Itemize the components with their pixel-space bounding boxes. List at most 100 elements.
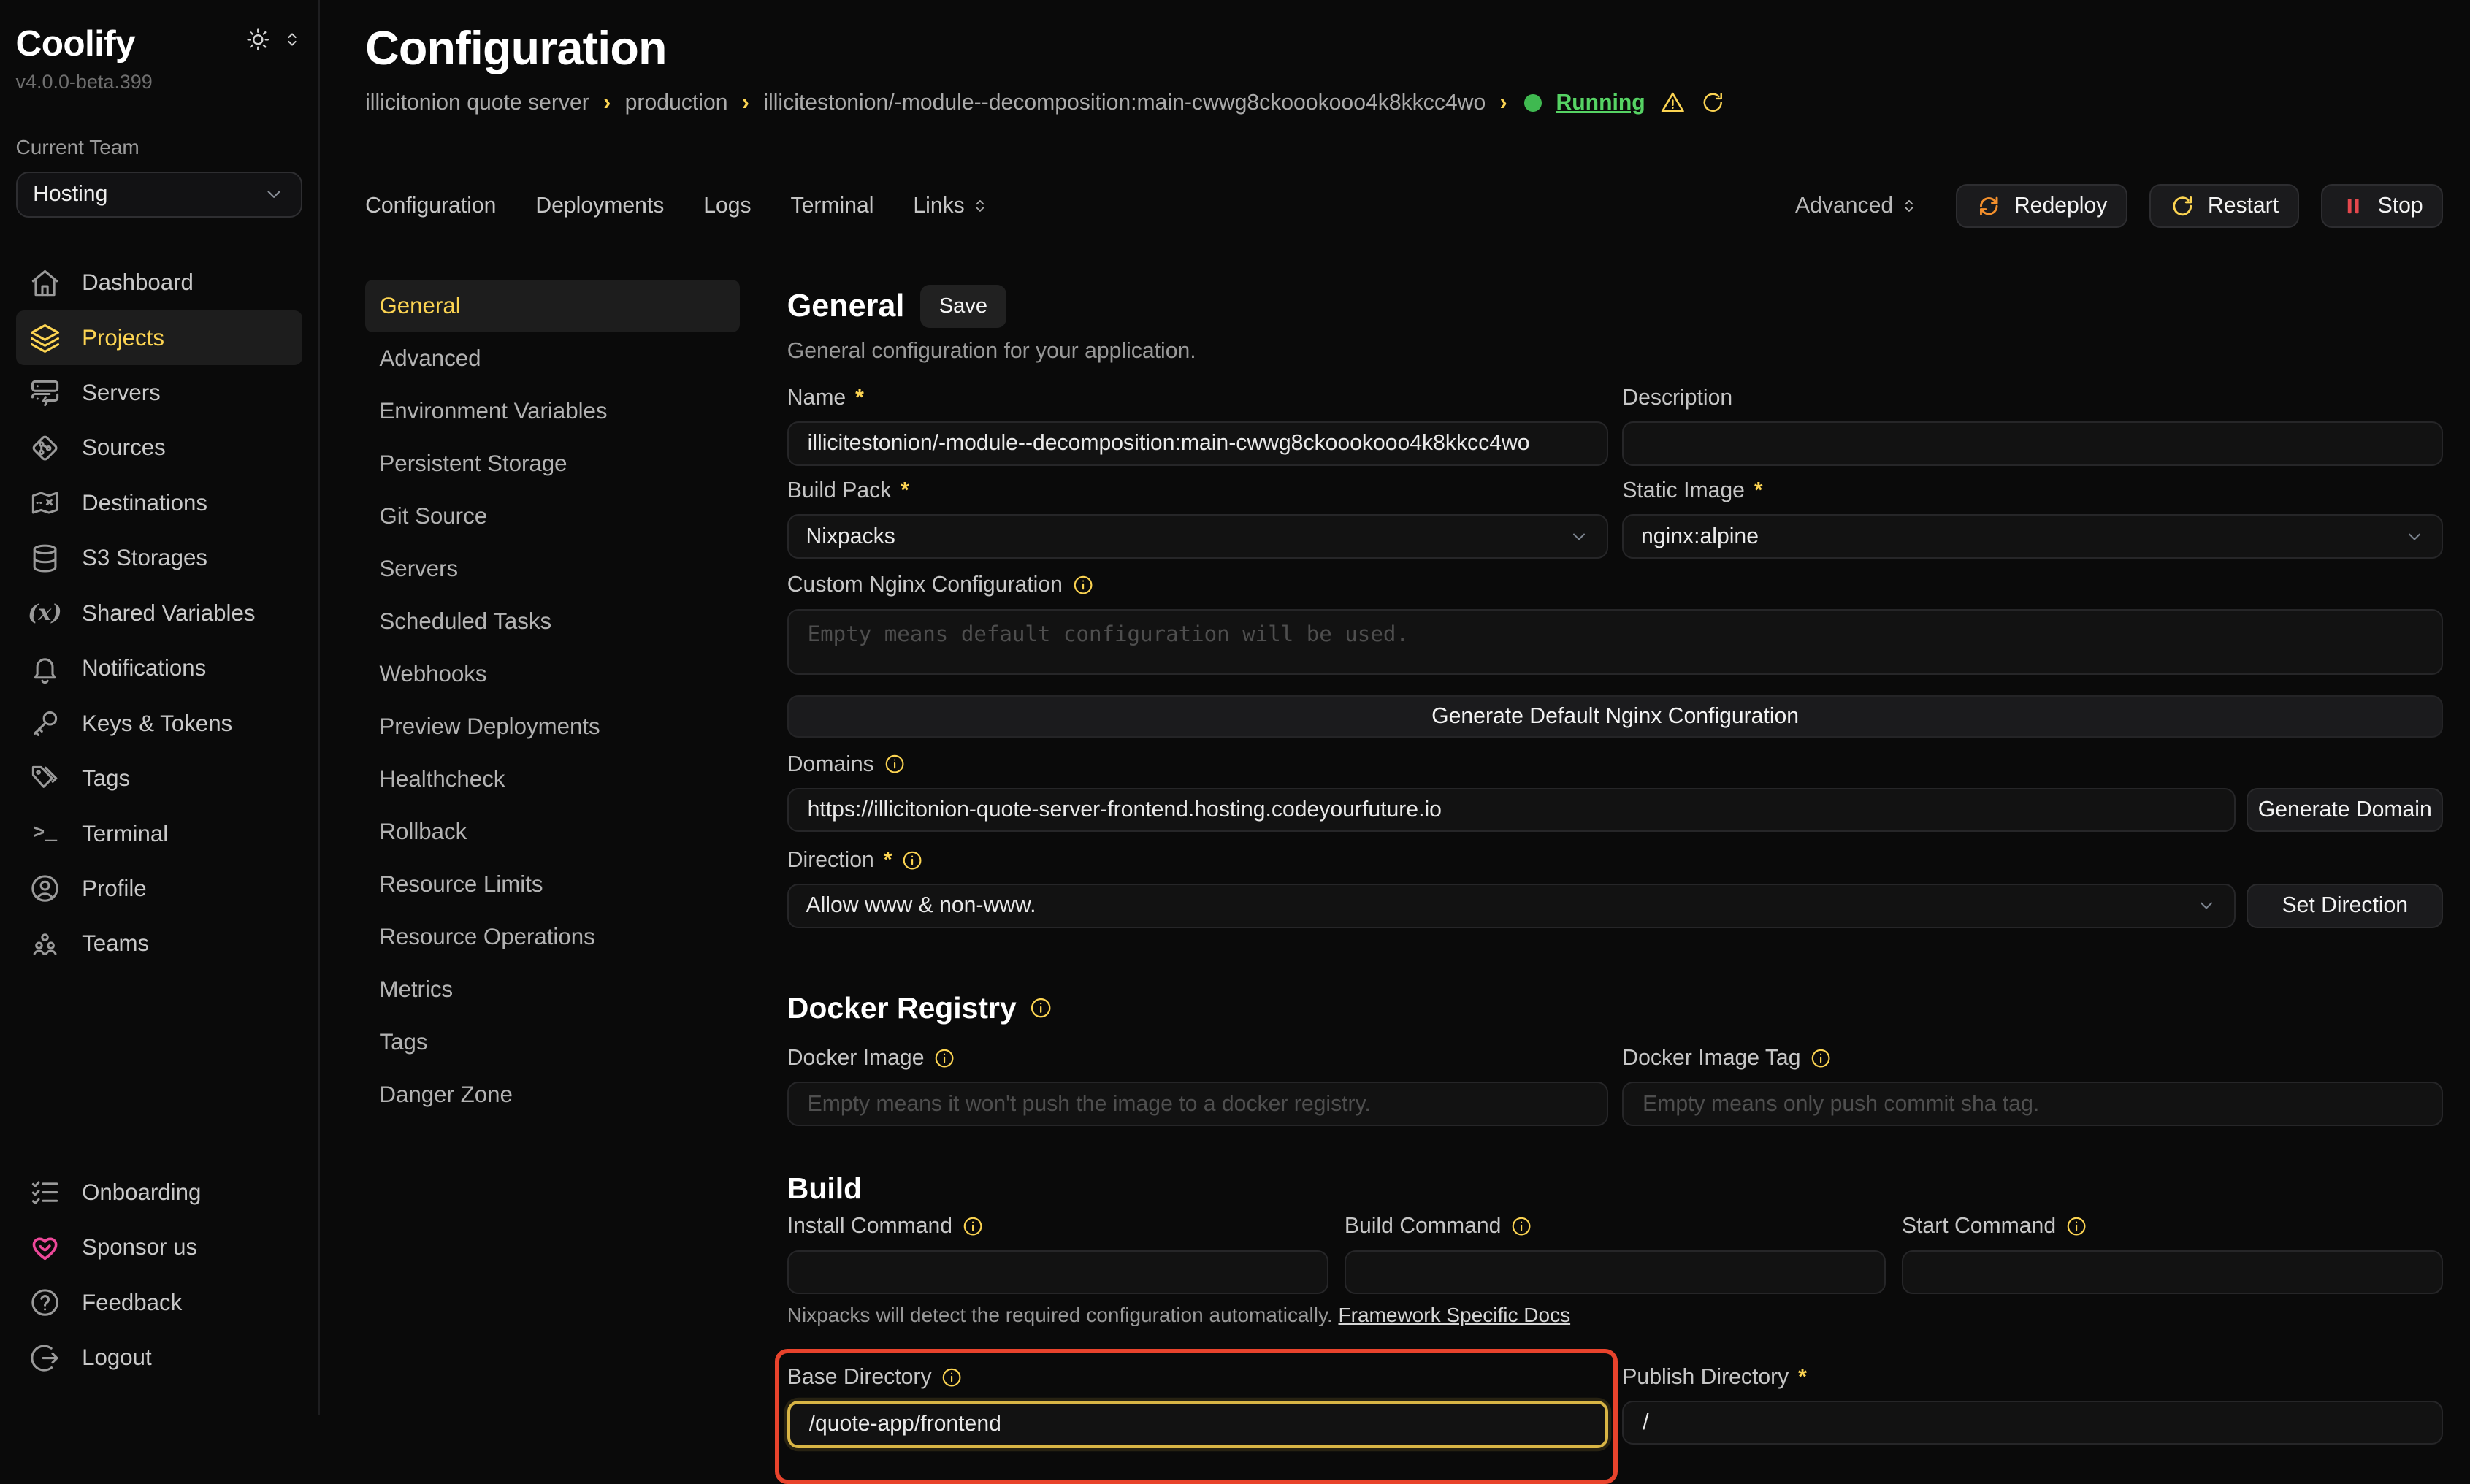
- subnav-item-servers[interactable]: Servers: [365, 543, 740, 595]
- static-image-select[interactable]: nginx:alpine: [1622, 514, 2443, 558]
- breadcrumb-environment[interactable]: production: [625, 91, 728, 115]
- info-icon[interactable]: [1810, 1047, 1832, 1069]
- name-label: Name*: [787, 387, 1608, 409]
- generate-domain-button[interactable]: Generate Domain: [2247, 788, 2443, 832]
- info-icon[interactable]: [941, 1366, 963, 1388]
- layers-icon: [28, 321, 61, 354]
- sidebar-item-sources[interactable]: Sources: [16, 421, 302, 475]
- info-icon[interactable]: [1029, 996, 1052, 1020]
- start-command-input[interactable]: [1902, 1250, 2444, 1294]
- sidebar-item-profile[interactable]: Profile: [16, 861, 302, 916]
- pause-icon: [2341, 194, 2365, 218]
- subnav-item-tags[interactable]: Tags: [365, 1016, 740, 1068]
- subnav-item-resource-limits[interactable]: Resource Limits: [365, 858, 740, 911]
- subnav-item-webhooks[interactable]: Webhooks: [365, 648, 740, 700]
- sidebar-item-notifications[interactable]: Notifications: [16, 641, 302, 696]
- status-running-link[interactable]: Running: [1556, 91, 1645, 115]
- framework-docs-link[interactable]: Framework Specific Docs: [1339, 1304, 1571, 1326]
- restart-button[interactable]: Restart: [2149, 184, 2299, 228]
- tab-logs[interactable]: Logs: [703, 194, 751, 218]
- sidebar-item-projects[interactable]: Projects: [16, 310, 302, 365]
- generate-nginx-button[interactable]: Generate Default Nginx Configuration: [787, 695, 2444, 738]
- sidebar-item-dashboard[interactable]: Dashboard: [16, 255, 302, 310]
- team-select[interactable]: Hosting: [16, 172, 302, 218]
- subnav-item-environment-variables[interactable]: Environment Variables: [365, 385, 740, 437]
- info-icon[interactable]: [1072, 574, 1094, 596]
- tab-terminal[interactable]: Terminal: [791, 194, 874, 218]
- name-input[interactable]: [787, 421, 1608, 465]
- subnav-item-danger-zone[interactable]: Danger Zone: [365, 1068, 740, 1121]
- subnav-item-healthcheck[interactable]: Healthcheck: [365, 753, 740, 806]
- domains-input[interactable]: [787, 788, 2236, 832]
- tab-configuration[interactable]: Configuration: [365, 194, 496, 218]
- install-command-input[interactable]: [787, 1250, 1329, 1294]
- breadcrumb-project[interactable]: illicitonion quote server: [365, 91, 589, 115]
- chevrons-up-down-icon: [1900, 196, 1919, 215]
- logout-icon: [28, 1342, 61, 1374]
- direction-select[interactable]: Allow www & non-www.: [787, 884, 2236, 928]
- sidebar: Coolify v4.0.0-beta.399 Current Team Hos…: [0, 0, 320, 1415]
- sidebar-item-terminal[interactable]: >_ Terminal: [16, 806, 302, 861]
- docker-image-input[interactable]: [787, 1082, 1608, 1125]
- sidebar-item-teams[interactable]: Teams: [16, 917, 302, 971]
- subnav-item-general[interactable]: General: [365, 280, 740, 332]
- server-icon: [28, 376, 61, 409]
- save-button[interactable]: Save: [920, 285, 1006, 328]
- tab-deployments[interactable]: Deployments: [535, 194, 664, 218]
- subnav-item-preview-deployments[interactable]: Preview Deployments: [365, 700, 740, 753]
- description-input[interactable]: [1622, 421, 2443, 465]
- sidebar-item-destinations[interactable]: Destinations: [16, 475, 302, 530]
- build-command-input[interactable]: [1345, 1250, 1886, 1294]
- sidebar-item-logout[interactable]: Logout: [16, 1330, 302, 1385]
- tab-bar: Configuration Deployments Logs Terminal …: [365, 184, 2443, 228]
- info-icon[interactable]: [884, 753, 906, 775]
- tab-links[interactable]: Links: [913, 194, 990, 218]
- advanced-dropdown[interactable]: Advanced: [1795, 194, 1919, 218]
- redeploy-button[interactable]: Redeploy: [1956, 184, 2127, 228]
- subnav-item-git-source[interactable]: Git Source: [365, 490, 740, 543]
- info-icon[interactable]: [933, 1047, 955, 1069]
- status-dot: [1524, 94, 1542, 112]
- breadcrumb-application[interactable]: illicitestonion/-module--decomposition:m…: [763, 91, 1486, 115]
- info-icon[interactable]: [901, 849, 923, 871]
- sidebar-item-feedback[interactable]: Feedback: [16, 1275, 302, 1330]
- set-direction-button[interactable]: Set Direction: [2247, 884, 2443, 928]
- map-icon: [28, 486, 61, 519]
- sidebar-item-tags[interactable]: Tags: [16, 751, 302, 806]
- subnav-item-persistent-storage[interactable]: Persistent Storage: [365, 437, 740, 490]
- docker-image-tag-input[interactable]: [1622, 1082, 2443, 1125]
- sidebar-item-shared-variables[interactable]: (x) Shared Variables: [16, 586, 302, 640]
- info-icon[interactable]: [962, 1215, 984, 1237]
- custom-nginx-textarea[interactable]: [787, 609, 2444, 676]
- sidebar-item-s3-storages[interactable]: S3 Storages: [16, 531, 302, 586]
- subnav-item-metrics[interactable]: Metrics: [365, 963, 740, 1016]
- chevrons-up-down-icon: [971, 196, 990, 215]
- sidebar-item-sponsor-us[interactable]: Sponsor us: [16, 1220, 302, 1275]
- publish-directory-input[interactable]: [1622, 1401, 2443, 1445]
- sidebar-item-servers[interactable]: Servers: [16, 365, 302, 420]
- refresh-icon[interactable]: [1700, 90, 1725, 115]
- sun-icon[interactable]: [245, 27, 270, 52]
- info-icon[interactable]: [1510, 1215, 1532, 1237]
- subnav-item-advanced[interactable]: Advanced: [365, 332, 740, 385]
- nixpacks-note: Nixpacks will detect the required config…: [787, 1304, 2444, 1327]
- main-content: Configuration illicitonion quote server …: [320, 0, 2470, 1415]
- redeploy-icon: [1976, 194, 2001, 218]
- domains-label: Domains: [787, 753, 2444, 775]
- subnav-item-resource-operations[interactable]: Resource Operations: [365, 911, 740, 963]
- base-directory-input[interactable]: [787, 1401, 1608, 1448]
- warning-triangle-icon[interactable]: [1659, 89, 1686, 116]
- stop-button[interactable]: Stop: [2321, 184, 2443, 228]
- coolify-logo: Coolify: [16, 22, 135, 64]
- chevrons-up-down-icon[interactable]: [282, 29, 302, 50]
- info-icon[interactable]: [2065, 1215, 2087, 1237]
- build-pack-select[interactable]: Nixpacks: [787, 514, 1608, 558]
- breadcrumb: illicitonion quote server › production ›…: [365, 89, 2443, 116]
- subnav-item-scheduled-tasks[interactable]: Scheduled Tasks: [365, 595, 740, 648]
- sidebar-item-keys-tokens[interactable]: Keys & Tokens: [16, 696, 302, 751]
- user-circle-icon: [28, 872, 61, 905]
- breadcrumb-separator: ›: [742, 91, 749, 115]
- subnav-item-rollback[interactable]: Rollback: [365, 806, 740, 858]
- page-title: Configuration: [365, 20, 2443, 75]
- sidebar-item-onboarding[interactable]: Onboarding: [16, 1165, 302, 1220]
